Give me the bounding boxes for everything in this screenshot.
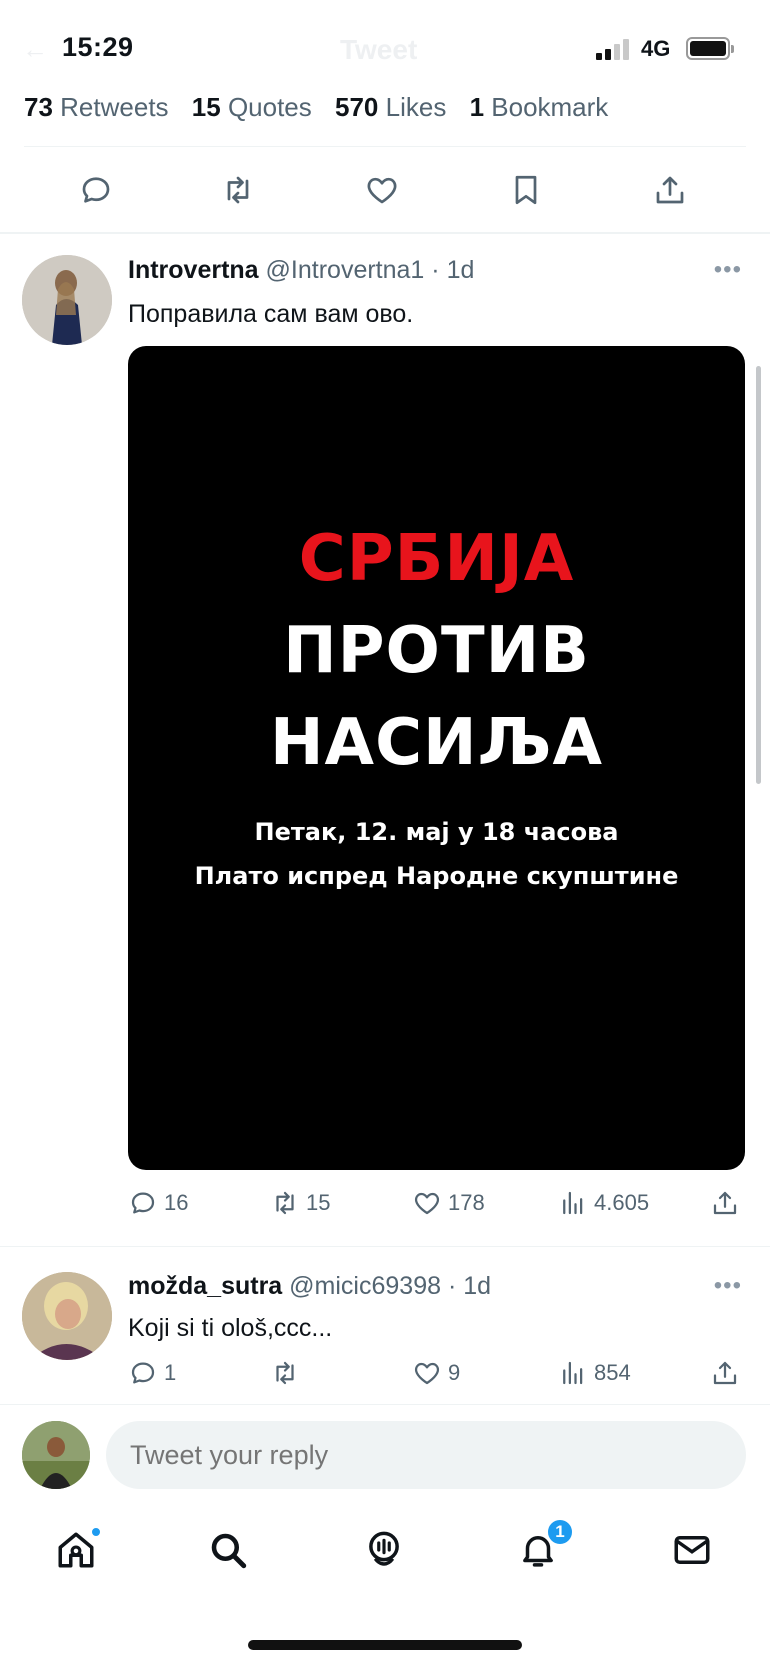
retweet-count: 15: [306, 1190, 331, 1215]
reply-input[interactable]: [106, 1421, 746, 1489]
reply-count: 16: [164, 1190, 189, 1215]
nav-notifications[interactable]: 1: [510, 1518, 574, 1578]
retweet-icon: [227, 176, 249, 204]
more-options-icon[interactable]: •••: [714, 256, 742, 284]
reply-button[interactable]: [74, 168, 118, 212]
retweet-count-button[interactable]: 15: [270, 1188, 330, 1218]
tweet-text: Поправила сам вам ово.: [128, 300, 414, 328]
views-icon: [563, 1191, 583, 1215]
tweet-actions: 1 9 854: [128, 1358, 748, 1398]
user-avatar[interactable]: [22, 1421, 90, 1489]
mail-icon: [674, 1536, 710, 1564]
author-handle[interactable]: @micic69398: [289, 1272, 441, 1300]
divider: [24, 146, 746, 147]
nav-messages[interactable]: [664, 1522, 720, 1578]
like-count: 9: [448, 1360, 461, 1385]
tweet-actions: 16 15 178 4.605: [128, 1188, 748, 1228]
page-title: Tweet: [340, 34, 418, 65]
cellular-signal-icon: [596, 38, 632, 60]
like-count-button[interactable]: 9: [412, 1358, 460, 1388]
tweet-time: · 1d: [447, 1272, 492, 1300]
views-count: 854: [594, 1360, 631, 1385]
notifications-badge: 1: [546, 1518, 574, 1546]
scrollbar[interactable]: [756, 366, 761, 784]
views-count: 4.605: [594, 1190, 650, 1215]
author-name[interactable]: možda_sutra: [128, 1272, 282, 1300]
image-line-location: Плато испред Народне скупштине: [194, 862, 679, 890]
heart-icon: [367, 177, 397, 204]
share-icon: [656, 176, 684, 204]
reply-count: 1: [164, 1360, 177, 1385]
spaces-icon: [369, 1531, 399, 1566]
divider: [0, 1246, 770, 1247]
like-count: 178: [448, 1190, 485, 1215]
nav-spaces[interactable]: [356, 1522, 412, 1578]
home-unread-dot: [90, 1526, 102, 1538]
heart-icon: [414, 1192, 440, 1215]
retweet-icon: [276, 1191, 294, 1215]
like-count-button[interactable]: 178: [412, 1188, 485, 1218]
share-icon: [713, 1191, 737, 1215]
bookmarks-stat[interactable]: 1 Bookmark: [470, 92, 609, 122]
engagement-stats: 73 Retweets 15 Quotes 570 Likes 1 Bookma…: [24, 92, 624, 123]
bookmark-button[interactable]: [504, 168, 548, 212]
retweets-stat[interactable]: 73 Retweets: [24, 92, 169, 122]
views-count-button[interactable]: 854: [558, 1358, 631, 1388]
search-icon: [211, 1533, 247, 1569]
avatar[interactable]: [22, 255, 112, 345]
divider: [0, 232, 770, 234]
tweet-action-bar: [0, 168, 770, 218]
retweet-count-button[interactable]: [270, 1358, 306, 1388]
reply-composer: [0, 1404, 770, 1494]
quotes-stat[interactable]: 15 Quotes: [192, 92, 312, 122]
back-arrow-icon[interactable]: ←: [22, 34, 48, 65]
home-indicator[interactable]: [248, 1640, 522, 1650]
author-name[interactable]: Introvertna: [128, 256, 259, 284]
status-bar: ← Tweet 15:29 4G: [0, 0, 770, 100]
status-time: 15:29: [62, 32, 134, 62]
nav-home[interactable]: [48, 1522, 104, 1578]
retweet-button[interactable]: [216, 168, 260, 212]
image-line-date: Петак, 12. мај у 18 часова: [254, 818, 619, 846]
views-count-button[interactable]: 4.605: [558, 1188, 649, 1218]
views-icon: [563, 1361, 583, 1385]
reply-icon: [82, 177, 110, 203]
like-button[interactable]: [360, 168, 404, 212]
share-button[interactable]: [648, 168, 692, 212]
reply-count-button[interactable]: 16: [128, 1188, 188, 1218]
bookmark-icon: [515, 175, 537, 205]
share-button[interactable]: [710, 1188, 746, 1218]
avatar[interactable]: [22, 1272, 112, 1360]
tweet-text: Koji si ti ološ,ccc...: [128, 1314, 333, 1342]
retweet-icon: [276, 1361, 294, 1385]
reply-count-button[interactable]: 1: [128, 1358, 176, 1388]
likes-stat[interactable]: 570 Likes: [335, 92, 446, 122]
battery-icon: [686, 37, 734, 60]
image-line-srbija: СРБИЈА: [298, 522, 575, 596]
share-button[interactable]: [710, 1358, 746, 1388]
more-options-icon[interactable]: •••: [714, 1272, 742, 1300]
tweet-time: · 1d: [431, 256, 475, 284]
nav-search[interactable]: [200, 1522, 256, 1578]
share-icon: [713, 1361, 737, 1385]
image-line-protiv: ПРОТИВ: [283, 614, 590, 688]
reply-icon: [131, 1192, 155, 1214]
author-handle[interactable]: @Introvertna1: [266, 256, 425, 284]
image-line-nasilja: НАСИЉА: [269, 706, 604, 780]
reply-icon: [131, 1362, 155, 1384]
heart-icon: [414, 1362, 440, 1385]
network-type: 4G: [641, 36, 671, 61]
tweet-image[interactable]: СРБИЈА ПРОТИВ НАСИЉА Петак, 12. мај у 18…: [128, 346, 745, 1170]
